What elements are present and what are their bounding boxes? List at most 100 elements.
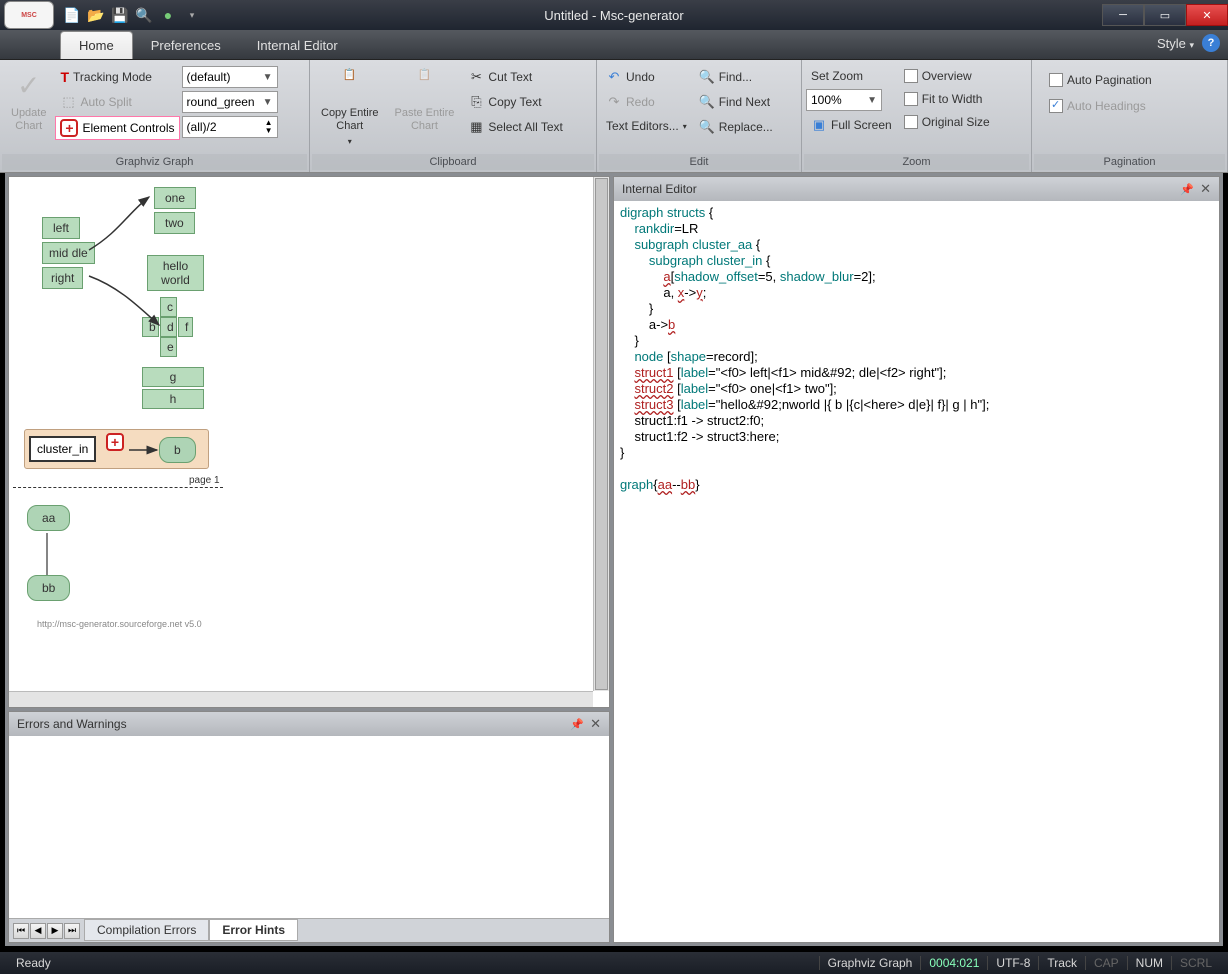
nav-next-button[interactable]: ▶ [47,923,63,939]
plus-icon: + [60,119,78,137]
tab-compilation-errors[interactable]: Compilation Errors [84,919,209,941]
page-divider [13,487,223,488]
checkmark-icon: ✓ [13,69,45,101]
status-encoding: UTF-8 [987,956,1038,970]
zoom-combo[interactable]: 100%▼ [806,89,882,111]
group-label-clipboard: Clipboard [312,154,594,170]
scissors-icon: ✂ [468,69,484,85]
node-bb: bb [27,575,70,601]
page-spinner[interactable]: (all)/2▲▼ [182,116,278,138]
node-right: right [42,267,83,289]
open-icon[interactable]: 📂 [86,5,106,25]
cut-text-button[interactable]: ✂Cut Text [463,66,567,88]
plus-icon[interactable]: + [106,433,124,451]
copy-chart-icon: 📋 [334,69,366,101]
vertical-scrollbar[interactable] [593,177,609,691]
minimize-button[interactable]: ─ [1102,4,1144,26]
tracking-mode-button[interactable]: TTracking Mode [55,66,179,88]
paste-entire-chart-button[interactable]: 📋 Paste Entire Chart [387,64,461,138]
pin-icon[interactable]: 📌 [1180,183,1194,196]
find-icon: 🔍 [699,69,715,85]
tracking-icon: T [60,69,69,85]
tab-error-hints[interactable]: Error Hints [209,919,298,941]
full-screen-button[interactable]: ▣Full Screen [806,114,897,136]
design-combo[interactable]: (default)▼ [182,66,278,88]
nav-first-button[interactable]: ⏮ [13,923,29,939]
style-dropdown[interactable]: Style ▾ [1157,36,1194,51]
redo-button[interactable]: ↷Redo [601,91,692,113]
select-all-button[interactable]: ▦Select All Text [463,116,567,138]
ribbon: ✓ Update Chart TTracking Mode ⬚Auto Spli… [0,60,1228,173]
nav-prev-button[interactable]: ◀ [30,923,46,939]
errors-body[interactable] [9,736,609,918]
page-label: page 1 [189,475,220,486]
checkbox-icon [904,69,918,83]
close-icon[interactable]: ✕ [1200,181,1211,197]
help-icon[interactable]: ? [1202,34,1220,52]
refresh-icon[interactable]: ● [158,5,178,25]
horizontal-scrollbar[interactable] [9,691,593,707]
node-g: g [142,367,204,387]
fit-width-checkbox[interactable]: Fit to Width [899,89,995,109]
pin-icon[interactable]: 📌 [570,718,584,731]
copy-icon: ⎘ [468,94,484,110]
find-next-icon: 🔍 [699,94,715,110]
auto-pagination-checkbox[interactable]: Auto Pagination [1044,70,1157,90]
footer-link: http://msc-generator.sourceforge.net v5.… [37,619,202,629]
chevron-down-icon: ▼ [263,72,273,83]
node-e: e [160,337,177,357]
tab-internal-editor[interactable]: Internal Editor [239,32,356,59]
spinner-icon: ▲▼ [265,119,273,135]
paste-chart-icon: 📋 [408,69,440,101]
chevron-down-icon: ▼ [263,97,273,108]
element-controls-button[interactable]: +Element Controls [55,116,179,140]
node-mid: mid dle [42,242,95,264]
undo-button[interactable]: ↶Undo [601,66,692,88]
node-f: f [178,317,193,337]
node-left: left [42,217,80,239]
ribbon-tabs: Home Preferences Internal Editor Style ▾… [0,30,1228,60]
auto-split-button[interactable]: ⬚Auto Split [55,91,179,113]
save-icon[interactable]: 💾 [110,5,130,25]
app-icon: MSC [4,1,54,29]
editor-body[interactable]: digraph structs { rankdir=LR subgraph cl… [614,201,1219,942]
status-num: NUM [1127,956,1171,970]
update-chart-button[interactable]: ✓ Update Chart [4,64,53,138]
find-next-button[interactable]: 🔍Find Next [694,91,778,113]
auto-headings-checkbox[interactable]: Auto Headings [1044,96,1157,116]
internal-editor-pane: Internal Editor 📌 ✕ digraph structs { ra… [613,176,1220,943]
tab-preferences[interactable]: Preferences [133,32,239,59]
node-aa: aa [27,505,70,531]
tab-home[interactable]: Home [60,31,133,59]
copy-text-button[interactable]: ⎘Copy Text [463,91,567,113]
style-combo[interactable]: round_green▼ [182,91,278,113]
qat-dropdown-icon[interactable]: ▾ [182,5,202,25]
checkbox-icon [1049,73,1063,87]
text-editors-button[interactable]: Text Editors... ▾ [601,116,692,136]
node-one: one [154,187,196,209]
close-button[interactable]: ✕ [1186,4,1228,26]
redo-icon: ↷ [606,94,622,110]
close-icon[interactable]: ✕ [590,716,601,732]
maximize-button[interactable]: ▭ [1144,4,1186,26]
new-icon[interactable]: 📄 [62,5,82,25]
overview-checkbox[interactable]: Overview [899,66,995,86]
select-all-icon: ▦ [468,119,484,135]
copy-entire-chart-button[interactable]: 📋 Copy Entire Chart▾ [314,64,385,152]
preview-pane[interactable]: left mid dle right one two hello world b… [8,176,610,708]
nav-last-button[interactable]: ⏭ [64,923,80,939]
quick-access-toolbar: 📄 📂 💾 🔍 ● ▾ [62,5,202,25]
node-b2: b [159,437,196,463]
find-button[interactable]: 🔍Find... [694,66,778,88]
window-title: Untitled - Msc-generator [544,8,683,23]
node-b: b [142,317,159,337]
group-label-edit: Edit [599,154,799,170]
status-ready: Ready [8,956,59,970]
replace-button[interactable]: 🔍Replace... [694,116,778,138]
checkbox-icon [1049,99,1063,113]
node-d: d [160,317,177,337]
original-size-checkbox[interactable]: Original Size [899,112,995,132]
node-two: two [154,212,195,234]
print-icon[interactable]: 🔍 [134,5,154,25]
errors-header: Errors and Warnings 📌 ✕ [9,712,609,736]
